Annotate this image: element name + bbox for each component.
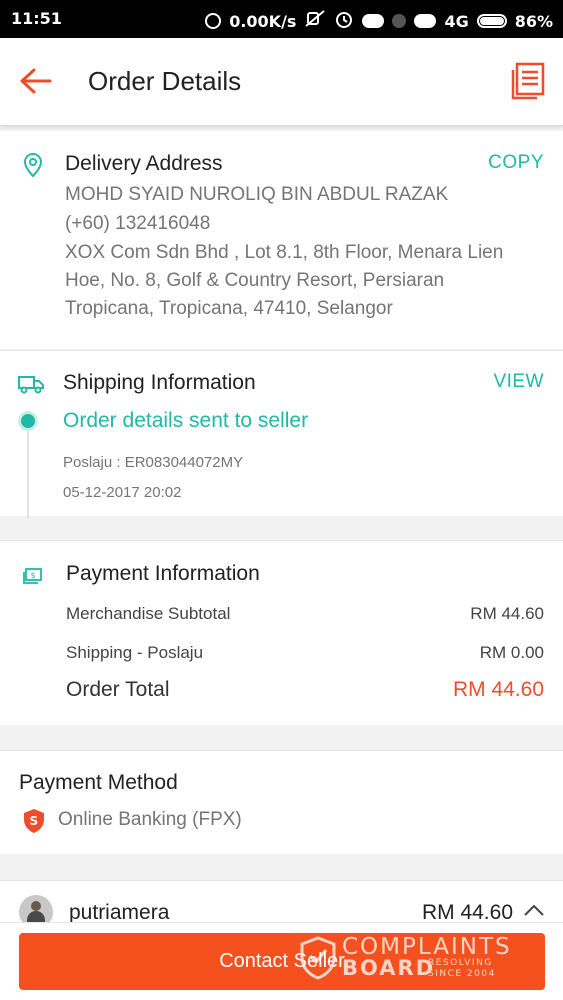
seller-name: putriamera	[69, 901, 170, 922]
svg-text:S: S	[30, 814, 39, 828]
arrow-left-icon	[20, 68, 52, 94]
payment-info-title: Payment Information	[66, 562, 260, 585]
status-right: 0.00K/s 4G 86%	[205, 9, 553, 33]
orders-button[interactable]	[509, 60, 549, 104]
shipping-timestamp: 05-12-2017 20:02	[63, 484, 182, 501]
payment-method-title: Payment Method	[19, 771, 178, 794]
payment-method-card: Payment Method S Online Banking (FPX)	[0, 750, 563, 854]
chevron-up-icon[interactable]	[523, 903, 545, 922]
status-time: 11:51	[11, 9, 62, 28]
alarm-icon	[334, 9, 354, 33]
view-button[interactable]: VIEW	[493, 371, 544, 393]
cash-icon: $	[22, 567, 44, 590]
status-bar: 11:51 0.00K/s 4G 86%	[0, 0, 563, 38]
battery-level: 86%	[514, 11, 553, 31]
seller-avatar	[19, 895, 53, 922]
subtotal-value: RM 44.60	[470, 604, 544, 623]
order-total-label: Order Total	[66, 678, 170, 701]
battery-icon	[476, 14, 507, 28]
payment-info-card: $ Payment Information Merchandise Subtot…	[0, 540, 563, 725]
copy-button[interactable]: COPY	[488, 152, 544, 174]
recipient-phone: (+60) 132416048	[65, 213, 211, 234]
recipient-name: MOHD SYAID NUROLIQ BIN ABDUL RAZAK	[65, 184, 449, 205]
address-line: XOX Com Sdn Bhd , Lot 8.1, 8th Floor, Me…	[65, 242, 504, 263]
network-speed: 0.00K/s	[229, 11, 297, 31]
address-line: Hoe, No. 8, Golf & Country Resort, Persi…	[65, 270, 445, 291]
svg-text:$: $	[31, 571, 36, 580]
shipping-info-card[interactable]: Shipping Information VIEW Order details …	[0, 350, 563, 519]
truck-icon	[17, 373, 45, 400]
shipping-title: Shipping Information	[63, 371, 256, 394]
signal-icon	[362, 14, 385, 28]
document-list-icon	[511, 62, 545, 100]
tracking-number: Poslaju : ER083044072MY	[63, 454, 244, 471]
delivery-title: Delivery Address	[65, 152, 223, 175]
shipping-fee-label: Shipping - Poslaju	[66, 643, 204, 662]
address-line: Tropicana, Tropicana, 47410, Selangor	[65, 298, 393, 319]
timeline-line	[27, 431, 29, 519]
timeline-dot	[21, 414, 35, 428]
mute-icon	[304, 10, 326, 32]
subtotal-label: Merchandise Subtotal	[66, 604, 231, 623]
order-total-value: RM 44.60	[452, 678, 544, 701]
map-pin-icon	[22, 152, 44, 183]
shield-icon: S	[22, 808, 46, 839]
bottom-bar: Contact Seller	[0, 922, 563, 1000]
delivery-address-card: Delivery Address COPY MOHD SYAID NUROLIQ…	[0, 131, 563, 349]
page-title: Order Details	[88, 66, 242, 96]
shipping-fee-value: RM 0.00	[479, 643, 544, 662]
shipping-status: Order details sent to seller	[63, 409, 309, 432]
back-button[interactable]	[14, 60, 58, 104]
app-header: Order Details	[0, 38, 563, 126]
seller-row[interactable]: putriamera RM 44.60	[0, 880, 563, 922]
seller-total: RM 44.60	[421, 901, 513, 922]
contact-seller-button[interactable]: Contact Seller	[19, 933, 545, 990]
data-saver-icon	[205, 13, 222, 29]
payment-method-value: Online Banking (FPX)	[58, 809, 242, 830]
sim-icon	[392, 14, 407, 28]
network-type: 4G	[444, 11, 469, 31]
signal-2-icon	[414, 14, 437, 28]
